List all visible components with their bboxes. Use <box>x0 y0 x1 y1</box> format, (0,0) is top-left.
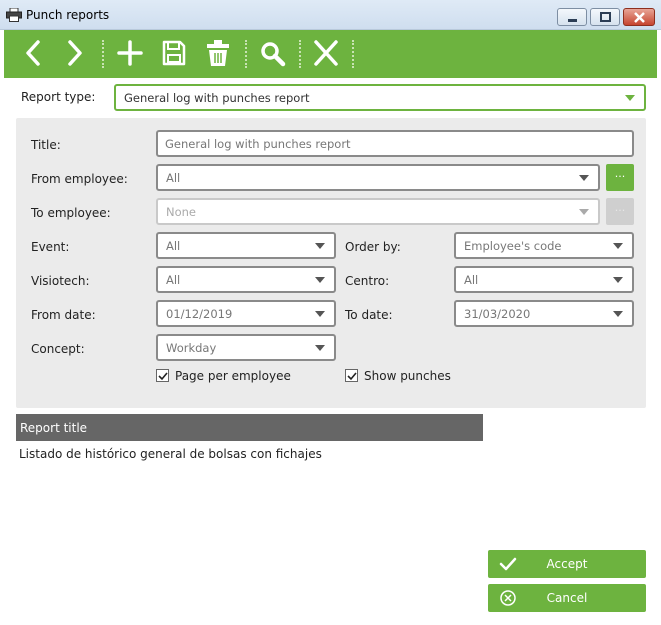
from-date-value: 01/12/2019 <box>166 307 233 321</box>
chevron-down-icon <box>315 311 325 317</box>
toolbar-separator <box>245 40 247 68</box>
checkmark-icon <box>158 372 168 381</box>
chevron-down-icon <box>625 95 635 101</box>
window-titlebar: Punch reports <box>0 0 661 30</box>
report-type-label: Report type: <box>21 90 96 104</box>
toolbar <box>4 30 657 78</box>
chevron-down-icon <box>579 209 589 215</box>
centro-select[interactable]: All <box>454 266 634 293</box>
to-date-value: 31/03/2020 <box>464 307 531 321</box>
report-type-value: General log with punches report <box>124 91 310 105</box>
save-button[interactable] <box>156 36 192 72</box>
filter-panel <box>16 118 646 408</box>
accept-button[interactable]: Accept <box>488 550 646 578</box>
cancel-label: Cancel <box>546 591 588 605</box>
report-type-select[interactable]: General log with punches report <box>114 84 646 111</box>
chevron-down-icon <box>315 243 325 249</box>
delete-button[interactable] <box>200 36 236 72</box>
previous-button[interactable] <box>16 36 52 72</box>
report-title-header: Report title <box>16 414 483 441</box>
chevron-down-icon <box>613 311 623 317</box>
order-by-value: Employee's code <box>464 239 562 253</box>
order-by-select[interactable]: Employee's code <box>454 232 634 259</box>
add-button[interactable] <box>112 36 148 72</box>
show-punches-label[interactable]: Show punches <box>364 369 451 383</box>
close-window-icon <box>634 12 645 23</box>
window-title: Punch reports <box>26 8 110 22</box>
centro-label: Centro: <box>345 274 390 288</box>
accept-label: Accept <box>546 557 588 571</box>
chevron-down-icon <box>315 277 325 283</box>
to-employee-select[interactable]: None <box>156 198 600 225</box>
chevron-down-icon <box>579 175 589 181</box>
title-input[interactable]: General log with punches report <box>156 130 634 157</box>
chevron-down-icon <box>613 277 623 283</box>
toolbar-separator <box>352 40 354 68</box>
close-icon <box>314 40 338 66</box>
minimize-button[interactable] <box>557 8 587 26</box>
centro-value: All <box>464 273 479 287</box>
plus-icon <box>117 40 143 66</box>
visiotech-select[interactable]: All <box>156 266 336 293</box>
to-date-picker[interactable]: 31/03/2020 <box>454 300 634 327</box>
event-select[interactable]: All <box>156 232 336 259</box>
search-button[interactable] <box>255 36 291 72</box>
next-button[interactable] <box>58 36 94 72</box>
from-employee-value: All <box>166 171 181 185</box>
from-employee-browse-button[interactable]: ... <box>606 164 634 191</box>
title-label: Title: <box>31 138 61 152</box>
to-employee-label: To employee: <box>31 206 111 220</box>
report-title-value: Listado de histórico general de bolsas c… <box>19 447 322 461</box>
event-value: All <box>166 239 181 253</box>
save-icon <box>162 40 186 66</box>
page-per-employee-checkbox[interactable] <box>156 369 169 382</box>
visiotech-value: All <box>166 273 181 287</box>
to-employee-browse-button[interactable]: ... <box>606 198 634 225</box>
checkmark-icon <box>347 372 357 381</box>
close-window-button[interactable] <box>623 8 655 26</box>
chevron-down-icon <box>315 345 325 351</box>
to-employee-value: None <box>166 205 197 219</box>
concept-label: Concept: <box>31 342 85 356</box>
to-date-label: To date: <box>345 308 393 322</box>
show-punches-checkbox[interactable] <box>345 369 358 382</box>
maximize-icon <box>600 12 611 22</box>
minimize-icon <box>568 19 577 22</box>
from-employee-label: From employee: <box>31 172 128 186</box>
report-title-heading: Report title <box>20 421 88 435</box>
trash-icon <box>207 40 229 66</box>
from-date-label: From date: <box>31 308 96 322</box>
order-by-label: Order by: <box>345 240 401 254</box>
page-per-employee-label[interactable]: Page per employee <box>175 369 291 383</box>
from-date-picker[interactable]: 01/12/2019 <box>156 300 336 327</box>
chevron-left-icon <box>26 40 40 66</box>
cancel-toolbar-button[interactable] <box>308 36 344 72</box>
from-employee-select[interactable]: All <box>156 164 600 191</box>
maximize-button[interactable] <box>590 8 620 26</box>
search-icon <box>261 42 286 67</box>
title-input-value: General log with punches report <box>165 137 351 151</box>
concept-select[interactable]: Workday <box>156 334 336 361</box>
toolbar-separator <box>102 40 104 68</box>
concept-value: Workday <box>166 341 217 355</box>
chevron-down-icon <box>613 243 623 249</box>
printer-icon <box>6 8 22 22</box>
event-label: Event: <box>31 240 70 254</box>
cancel-button[interactable]: Cancel <box>488 584 646 612</box>
visiotech-label: Visiotech: <box>31 274 90 288</box>
chevron-right-icon <box>68 40 82 66</box>
toolbar-separator <box>299 40 301 68</box>
